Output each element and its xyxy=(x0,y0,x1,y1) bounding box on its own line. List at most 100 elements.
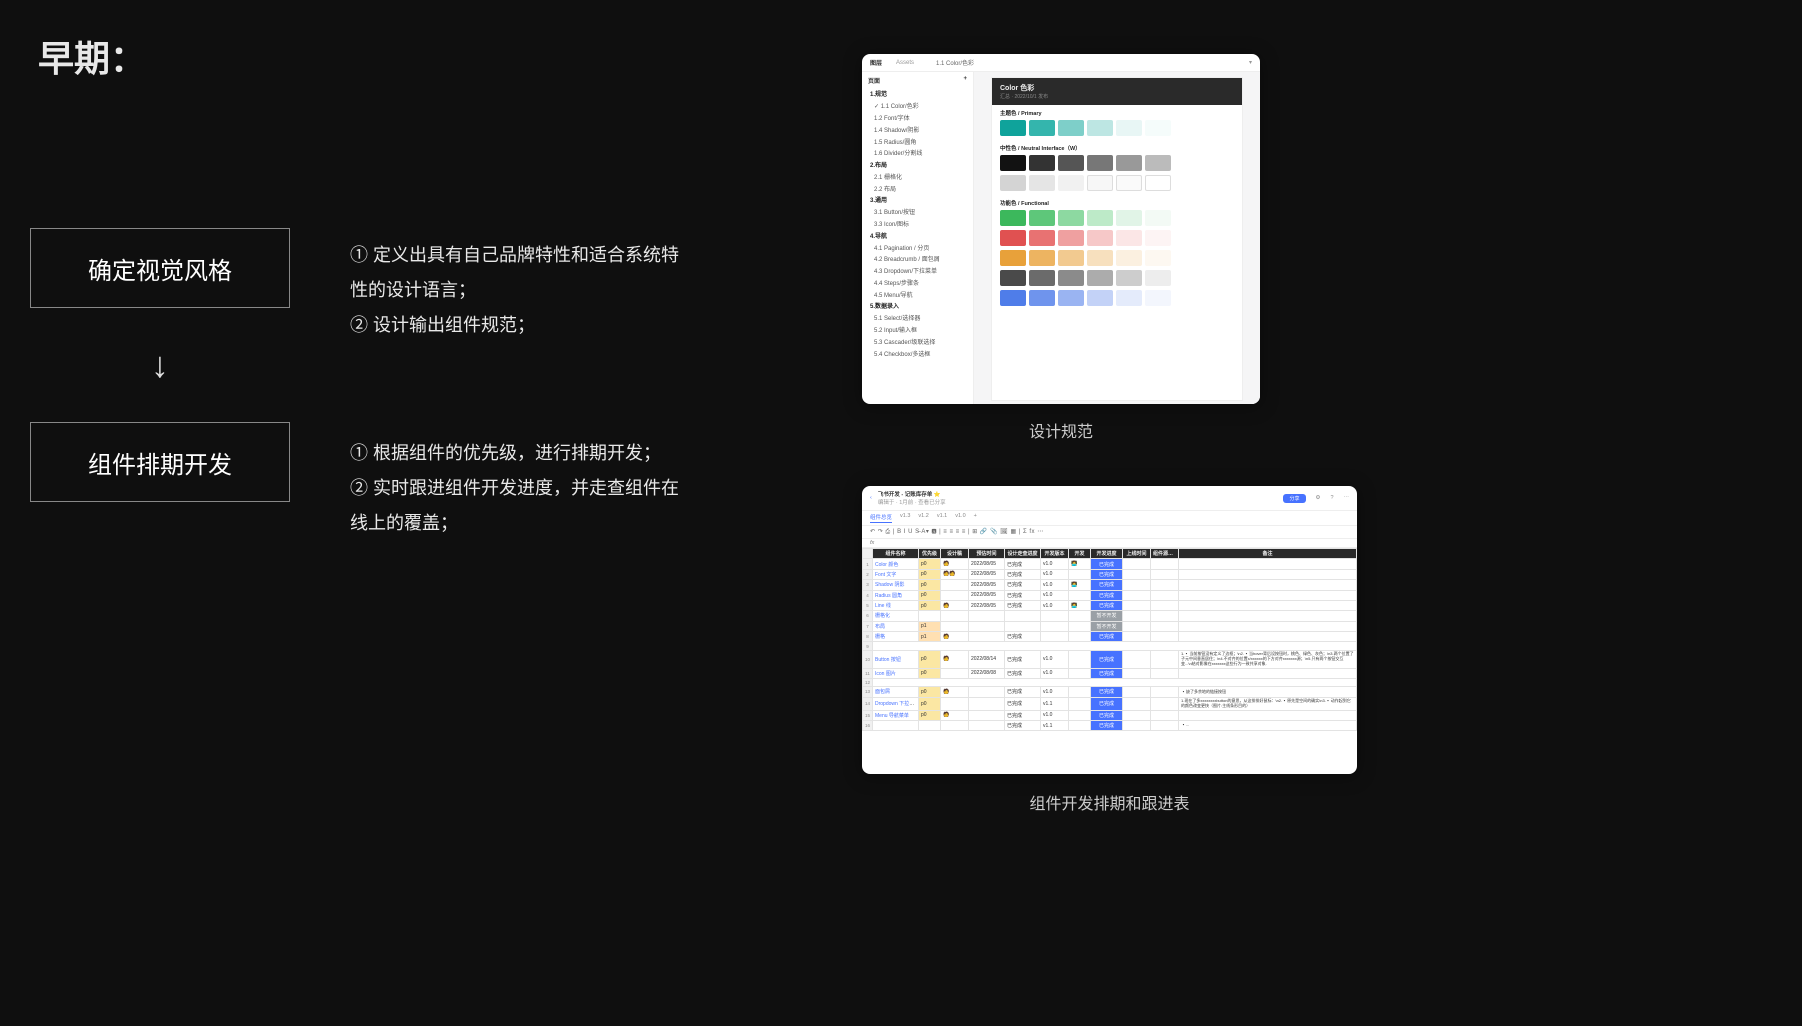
sheet-tab[interactable]: v1.2 xyxy=(918,513,928,523)
component-link[interactable]: 栅格化 xyxy=(875,613,890,619)
component-link[interactable]: Dropdown 下拉菜单 xyxy=(875,701,919,707)
color-swatch xyxy=(1087,270,1113,286)
color-swatch xyxy=(1087,175,1113,191)
table-row: 5Line 线p0🧑2022/08/05已完成v1.0👩‍💻已完成 xyxy=(863,600,1357,610)
spec-tree-item[interactable]: 4.4 Steps/步骤条 xyxy=(868,277,967,289)
spec-tree-item[interactable]: 3.通用 xyxy=(868,194,967,206)
spec-tree-item[interactable]: 4.2 Breadcrumb / 面包屑 xyxy=(868,253,967,265)
table-row: 3Shadow 阴影p02022/08/05已完成v1.0👩‍💻已完成 xyxy=(863,580,1357,590)
color-swatch xyxy=(1087,155,1113,171)
color-swatch xyxy=(1145,120,1171,136)
spec-tree-item[interactable]: 5.数据录入 xyxy=(868,300,967,312)
spec-tree-item[interactable]: 5.4 Checkbox/多选框 xyxy=(868,347,967,359)
swatch-row xyxy=(992,270,1242,290)
swatch-row xyxy=(992,250,1242,270)
component-link[interactable]: Color 颜色 xyxy=(875,562,898,568)
sheet-tab[interactable]: v1.0 xyxy=(955,513,965,523)
doc-subtitle: 编辑于 · 1月前 · 查看已分享 xyxy=(878,500,946,506)
sheet-tab[interactable]: v1.1 xyxy=(937,513,947,523)
tab-add[interactable]: + xyxy=(974,513,977,523)
spec-tree-item[interactable]: 3.3 Icon/图标 xyxy=(868,218,967,230)
spec-tree-item[interactable]: 4.导航 xyxy=(868,229,967,241)
spec-tree-item[interactable]: 5.1 Select/选择器 xyxy=(868,312,967,324)
share-button[interactable]: 分享 xyxy=(1283,494,1305,503)
settings-icon[interactable]: ⚙ xyxy=(1316,495,1321,501)
table-row: 15Menu 导航菜单p0🧑已完成v1.0已完成 xyxy=(863,710,1357,720)
add-page-icon[interactable]: + xyxy=(963,76,967,85)
spec-tree-item[interactable]: 2.布局 xyxy=(868,159,967,171)
spec-tree-item[interactable]: 2.2 布局 xyxy=(868,182,967,194)
table-row: 6栅格化暂不开发 xyxy=(863,611,1357,621)
spec-tree-item[interactable]: 5.2 Input/输入框 xyxy=(868,324,967,336)
color-section-title: 功能色 / Functional xyxy=(1000,199,1234,207)
spec-tree-item[interactable]: 3.1 Button/按钮 xyxy=(868,206,967,218)
schedule-table: 组件名称优先级设计稿预估时间设计走查进度开发版本开发开发进度上线时间组件源优化备… xyxy=(862,548,1357,731)
color-swatch xyxy=(1116,250,1142,266)
component-link[interactable]: 面包屑 xyxy=(875,689,890,695)
spec-tree-item[interactable]: 1.1 Color/色彩 xyxy=(868,100,967,112)
spec-tree-item[interactable]: 4.1 Pagination / 分页 xyxy=(868,241,967,253)
more-icon[interactable]: ⋯ xyxy=(1344,495,1350,501)
table-header: 设计走查进度 xyxy=(1005,549,1041,559)
spec-tree-item[interactable]: 1.2 Font/字体 xyxy=(868,112,967,124)
spec-tree-item[interactable]: 1.5 Radius/圆角 xyxy=(868,135,967,147)
color-swatch xyxy=(1058,270,1084,286)
swatch-row xyxy=(992,120,1242,140)
swatch-row xyxy=(992,175,1242,195)
color-swatch xyxy=(1116,270,1142,286)
tab-assets[interactable]: Assets xyxy=(896,60,914,66)
spec-tree-item[interactable]: 1.4 Shadow/阴影 xyxy=(868,123,967,135)
color-swatch xyxy=(1116,230,1142,246)
sheet-tab[interactable]: v1.3 xyxy=(900,513,910,523)
component-link[interactable]: Button 按钮 xyxy=(875,657,901,663)
table-header: 设计稿 xyxy=(941,549,969,559)
spec-page-tree: 1.规范1.1 Color/色彩1.2 Font/字体1.4 Shadow/阴影… xyxy=(868,88,967,359)
spec-tree-item[interactable]: 2.1 栅格化 xyxy=(868,170,967,182)
component-link[interactable]: Line 线 xyxy=(875,603,891,609)
formula-bar[interactable]: fx xyxy=(862,539,1357,548)
color-swatch xyxy=(1116,175,1142,191)
sheet-tabbar: 组件总览 v1.3 v1.2 v1.1 v1.0 + xyxy=(862,511,1357,526)
color-swatch xyxy=(1087,120,1113,136)
color-swatch xyxy=(1000,210,1026,226)
color-swatch xyxy=(1087,250,1113,266)
component-link[interactable]: Shadow 阴影 xyxy=(875,582,904,588)
color-swatch xyxy=(1029,250,1055,266)
spec-tree-item[interactable]: 4.3 Dropdown/下拉菜单 xyxy=(868,265,967,277)
table-row: 14Dropdown 下拉菜单p0已完成v1.1已完成1.现在了多xxxxxxx… xyxy=(863,697,1357,710)
color-swatch xyxy=(1029,155,1055,171)
color-swatch xyxy=(1116,155,1142,171)
spec-tree-item[interactable]: 1.规范 xyxy=(868,88,967,100)
back-icon[interactable]: ‹ xyxy=(870,495,872,501)
swatch-row xyxy=(992,155,1242,175)
step2-bullets: ① 根据组件的优先级，进行排期开发； ② 实时跟进组件开发进度，并走查组件在线上… xyxy=(350,436,690,541)
component-link[interactable]: Icon 图片 xyxy=(875,671,896,677)
table-row: 1Color 颜色p0🧑2022/08/05已完成v1.0👩‍💻已完成 xyxy=(863,559,1357,569)
tab-layers[interactable]: 图层 xyxy=(870,58,882,67)
table-header xyxy=(863,549,873,559)
color-swatch xyxy=(1116,290,1142,306)
help-icon[interactable]: ? xyxy=(1330,495,1333,501)
color-swatch xyxy=(1029,210,1055,226)
color-swatch xyxy=(1087,230,1113,246)
component-link[interactable]: 布局 xyxy=(875,624,885,630)
table-header: 组件源优化 xyxy=(1151,549,1179,559)
spec-tree-item[interactable]: 1.6 Divider/分割线 xyxy=(868,147,967,159)
component-link[interactable]: Font 文字 xyxy=(875,572,896,578)
component-link[interactable]: Radius 圆角 xyxy=(875,593,902,599)
slide-title: 早期： xyxy=(38,30,146,82)
table-header: 开发版本 xyxy=(1041,549,1069,559)
caption-design-spec: 设计规范 xyxy=(862,418,1260,442)
table-header: 备注 xyxy=(1179,549,1357,559)
table-row: 13面包屑p0🧑已完成v1.0已完成▪️缺了多余地的链接按钮 xyxy=(863,687,1357,697)
color-swatch xyxy=(1145,175,1171,191)
spec-tree-item[interactable]: 4.5 Menu/导航 xyxy=(868,288,967,300)
table-row: 12 xyxy=(863,678,1357,686)
arrow-down-icon: ↓ xyxy=(30,344,290,386)
spec-tree-item[interactable]: 5.3 Cascader/级联选择 xyxy=(868,335,967,347)
color-swatch xyxy=(1058,230,1084,246)
component-link[interactable]: 栅格 xyxy=(875,634,885,640)
color-swatch xyxy=(1000,250,1026,266)
sheet-tab[interactable]: 组件总览 xyxy=(870,513,892,523)
component-link[interactable]: Menu 导航菜单 xyxy=(875,713,909,719)
